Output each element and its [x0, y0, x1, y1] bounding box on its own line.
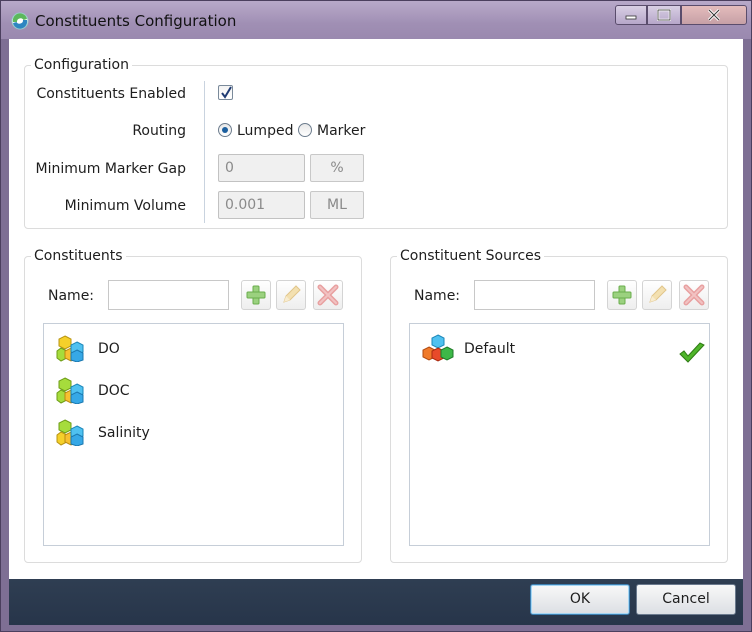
delete-source-button[interactable]	[679, 280, 709, 310]
dialog-window: Constituents Configuration Configuration…	[0, 0, 752, 632]
add-icon	[612, 285, 632, 305]
source-item-label: Default	[464, 341, 516, 357]
routing-marker-radio[interactable]	[298, 123, 312, 137]
constituent-sources-list[interactable]: Default	[409, 323, 710, 546]
constituents-list[interactable]: DO DOC Salinity	[43, 323, 344, 546]
constituent-name-label: Name:	[48, 288, 95, 304]
delete-icon	[683, 284, 705, 306]
constituent-sources-group-title: Constituent Sources	[397, 247, 545, 265]
constituents-group-title: Constituents	[31, 247, 126, 265]
routing-lumped-radio[interactable]	[218, 123, 232, 137]
maximize-button[interactable]	[647, 5, 681, 25]
pencil-icon	[649, 285, 667, 303]
dialog-content: Configuration Constituents Enabled Routi…	[9, 39, 743, 579]
cubes-icon	[56, 335, 84, 362]
list-item[interactable]: Default	[422, 334, 705, 364]
constituents-enabled-label: Constituents Enabled	[36, 86, 186, 102]
cubes-icon	[56, 377, 84, 404]
list-item[interactable]: DO	[56, 334, 316, 364]
minimize-icon	[625, 15, 637, 20]
cancel-button[interactable]: Cancel	[636, 584, 736, 615]
minimum-volume-label: Minimum Volume	[64, 198, 186, 214]
cubes-icon	[56, 419, 84, 446]
pencil-icon	[283, 285, 301, 303]
close-button[interactable]	[681, 5, 747, 25]
dialog-footer: OK Cancel	[9, 579, 743, 625]
source-name-input[interactable]	[474, 280, 595, 310]
window-title: Constituents Configuration	[35, 12, 237, 30]
configuration-group-title: Configuration	[31, 56, 132, 74]
constituent-item-label: Salinity	[98, 425, 150, 441]
routing-label: Routing	[132, 123, 186, 139]
constituent-name-input[interactable]	[108, 280, 229, 310]
maximize-icon	[657, 9, 671, 21]
constituent-item-label: DO	[98, 341, 120, 357]
list-item[interactable]: DOC	[56, 376, 316, 406]
routing-marker-label[interactable]: Marker	[317, 122, 365, 140]
constituent-sources-group: Constituent Sources Name: Default	[390, 247, 728, 563]
minimum-volume-field[interactable]: 0.001	[218, 191, 305, 219]
ok-button[interactable]: OK	[530, 584, 630, 615]
constituents-enabled-checkbox[interactable]	[218, 85, 233, 100]
delete-constituent-button[interactable]	[313, 280, 343, 310]
routing-lumped-label[interactable]: Lumped	[237, 122, 293, 140]
form-divider	[204, 81, 205, 223]
add-source-button[interactable]	[607, 280, 637, 310]
edit-source-button[interactable]	[642, 280, 672, 310]
title-bar[interactable]: Constituents Configuration	[1, 1, 751, 39]
delete-icon	[317, 284, 339, 306]
close-icon	[707, 9, 721, 21]
cubes-icon	[422, 334, 454, 362]
minimum-marker-gap-label: Minimum Marker Gap	[35, 161, 187, 177]
default-check-icon	[679, 342, 705, 363]
list-item[interactable]: Salinity	[56, 418, 316, 448]
edit-constituent-button[interactable]	[276, 280, 306, 310]
minimum-volume-unit: ML	[310, 191, 364, 219]
minimum-marker-gap-unit: %	[310, 154, 364, 182]
constituent-item-label: DOC	[98, 383, 130, 399]
source-name-label: Name:	[414, 288, 461, 304]
constituents-group: Constituents Name: DO DOC Salinity	[24, 247, 362, 563]
minimize-button[interactable]	[615, 5, 647, 25]
add-constituent-button[interactable]	[241, 280, 271, 310]
minimum-marker-gap-field[interactable]: 0	[218, 154, 305, 182]
app-logo-icon	[10, 11, 30, 31]
checkmark-icon	[221, 86, 232, 99]
add-icon	[246, 285, 266, 305]
